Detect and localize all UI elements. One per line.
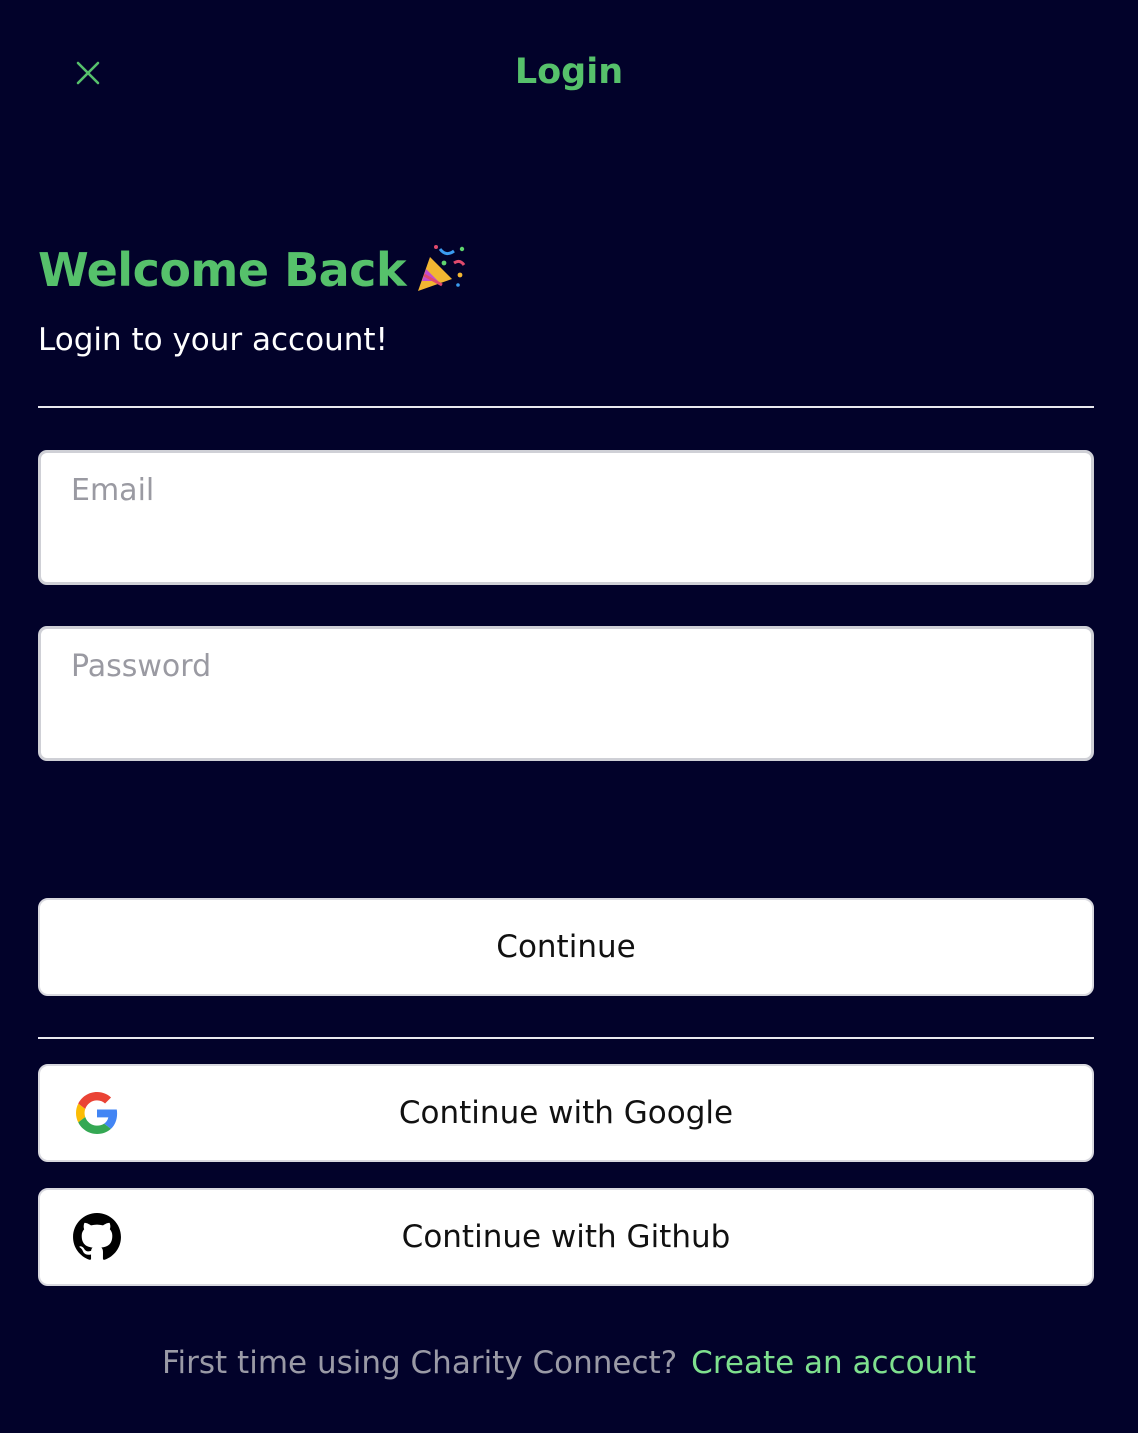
google-icon (72, 1088, 122, 1138)
email-field-container (38, 450, 1094, 585)
continue-button-label: Continue (496, 929, 636, 965)
google-login-label: Continue with Google (398, 1095, 734, 1131)
google-login-button[interactable]: Continue with Google (38, 1064, 1094, 1162)
signup-prompt-text: First time using Charity Connect? (161, 1345, 678, 1381)
party-popper-icon (414, 241, 468, 299)
email-input[interactable] (41, 453, 1091, 508)
welcome-subtitle: Login to your account! (38, 322, 388, 358)
github-icon (72, 1212, 122, 1262)
signup-prompt: First time using Charity Connect? Create … (0, 1345, 1138, 1381)
divider (38, 406, 1094, 408)
top-bar: Login (0, 0, 1138, 150)
welcome-heading: Welcome Back (38, 240, 468, 300)
password-field-container (38, 626, 1094, 761)
welcome-title: Welcome Back (38, 243, 407, 297)
create-account-link[interactable]: Create an account (691, 1345, 976, 1381)
password-input[interactable] (41, 629, 1091, 684)
github-login-button[interactable]: Continue with Github (38, 1188, 1094, 1286)
page-title: Login (514, 52, 624, 92)
github-login-label: Continue with Github (401, 1219, 731, 1255)
continue-button[interactable]: Continue (38, 898, 1094, 996)
divider (38, 1037, 1094, 1039)
